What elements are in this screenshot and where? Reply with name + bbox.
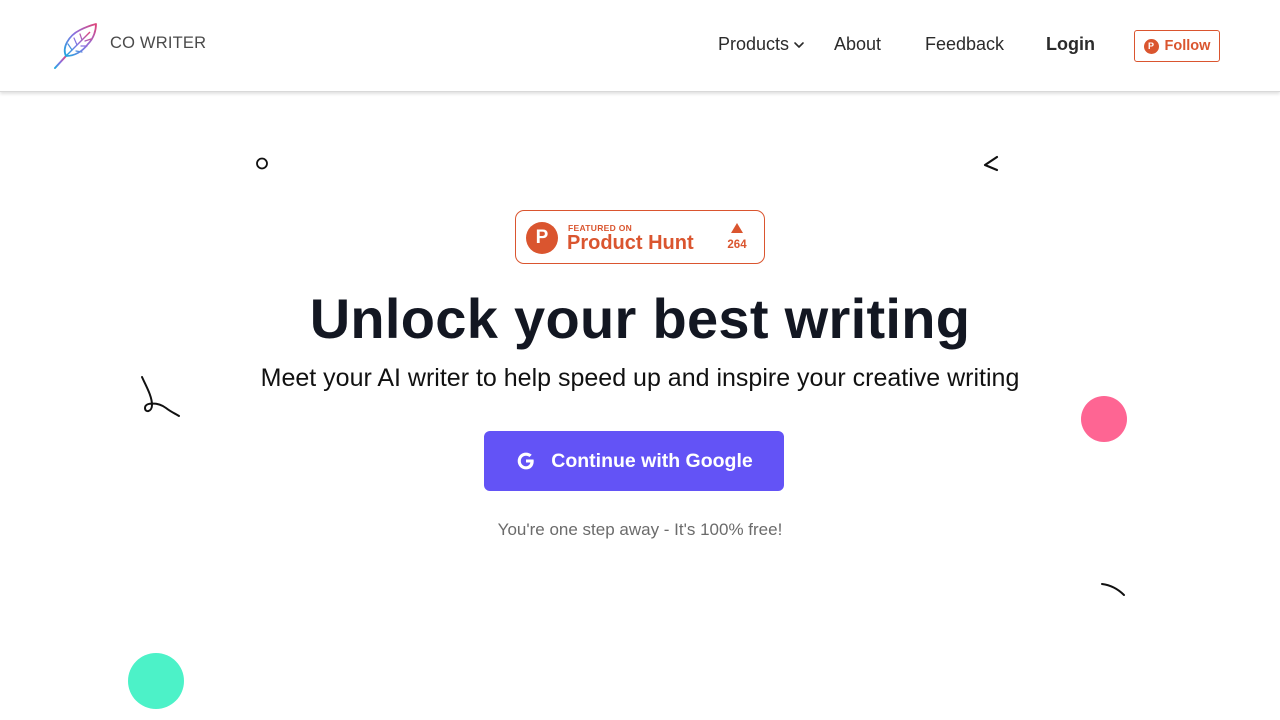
google-button-label: Continue with Google	[551, 449, 753, 472]
nav-products-menu[interactable]: Products	[718, 34, 805, 55]
hero-subtitle: Meet your AI writer to help speed up and…	[260, 364, 1020, 392]
teal-circle-decoration	[128, 653, 184, 709]
product-hunt-featured-badge[interactable]: P FEATURED ON Product Hunt 264	[515, 210, 765, 264]
upvote-triangle-icon	[731, 223, 743, 233]
nav-feedback-link[interactable]: Feedback	[925, 34, 1004, 55]
badge-vote-count: 264	[727, 239, 747, 251]
brand-name: CO WRITER	[110, 34, 207, 52]
continue-with-google-button[interactable]: Continue with Google	[484, 431, 784, 491]
free-signup-note: You're one step away - It's 100% free!	[497, 520, 783, 539]
product-hunt-icon: P	[1143, 38, 1159, 54]
google-icon	[517, 452, 534, 470]
nav-login-link[interactable]: Login	[1046, 34, 1095, 55]
chevron-down-icon	[794, 41, 804, 48]
feather-quill-icon	[54, 23, 97, 69]
navbar: CO WRITER Products About Feedback Login …	[0, 0, 1280, 92]
brand-home-link[interactable]: CO WRITER	[52, 22, 206, 70]
ring-doodle	[256, 157, 268, 170]
pink-circle-decoration	[1081, 396, 1127, 442]
chevron-doodle	[983, 155, 999, 172]
follow-label: Follow	[1164, 38, 1211, 54]
product-hunt-logo-icon: P	[526, 222, 558, 254]
nav-products-label: Products	[718, 34, 790, 54]
badge-title: Product Hunt	[567, 232, 694, 254]
hero-title: Unlock your best writing	[309, 287, 971, 350]
follow-button[interactable]: P Follow	[1134, 30, 1220, 62]
nav-about-link[interactable]: About	[834, 34, 881, 55]
arc-doodle	[1101, 583, 1125, 596]
